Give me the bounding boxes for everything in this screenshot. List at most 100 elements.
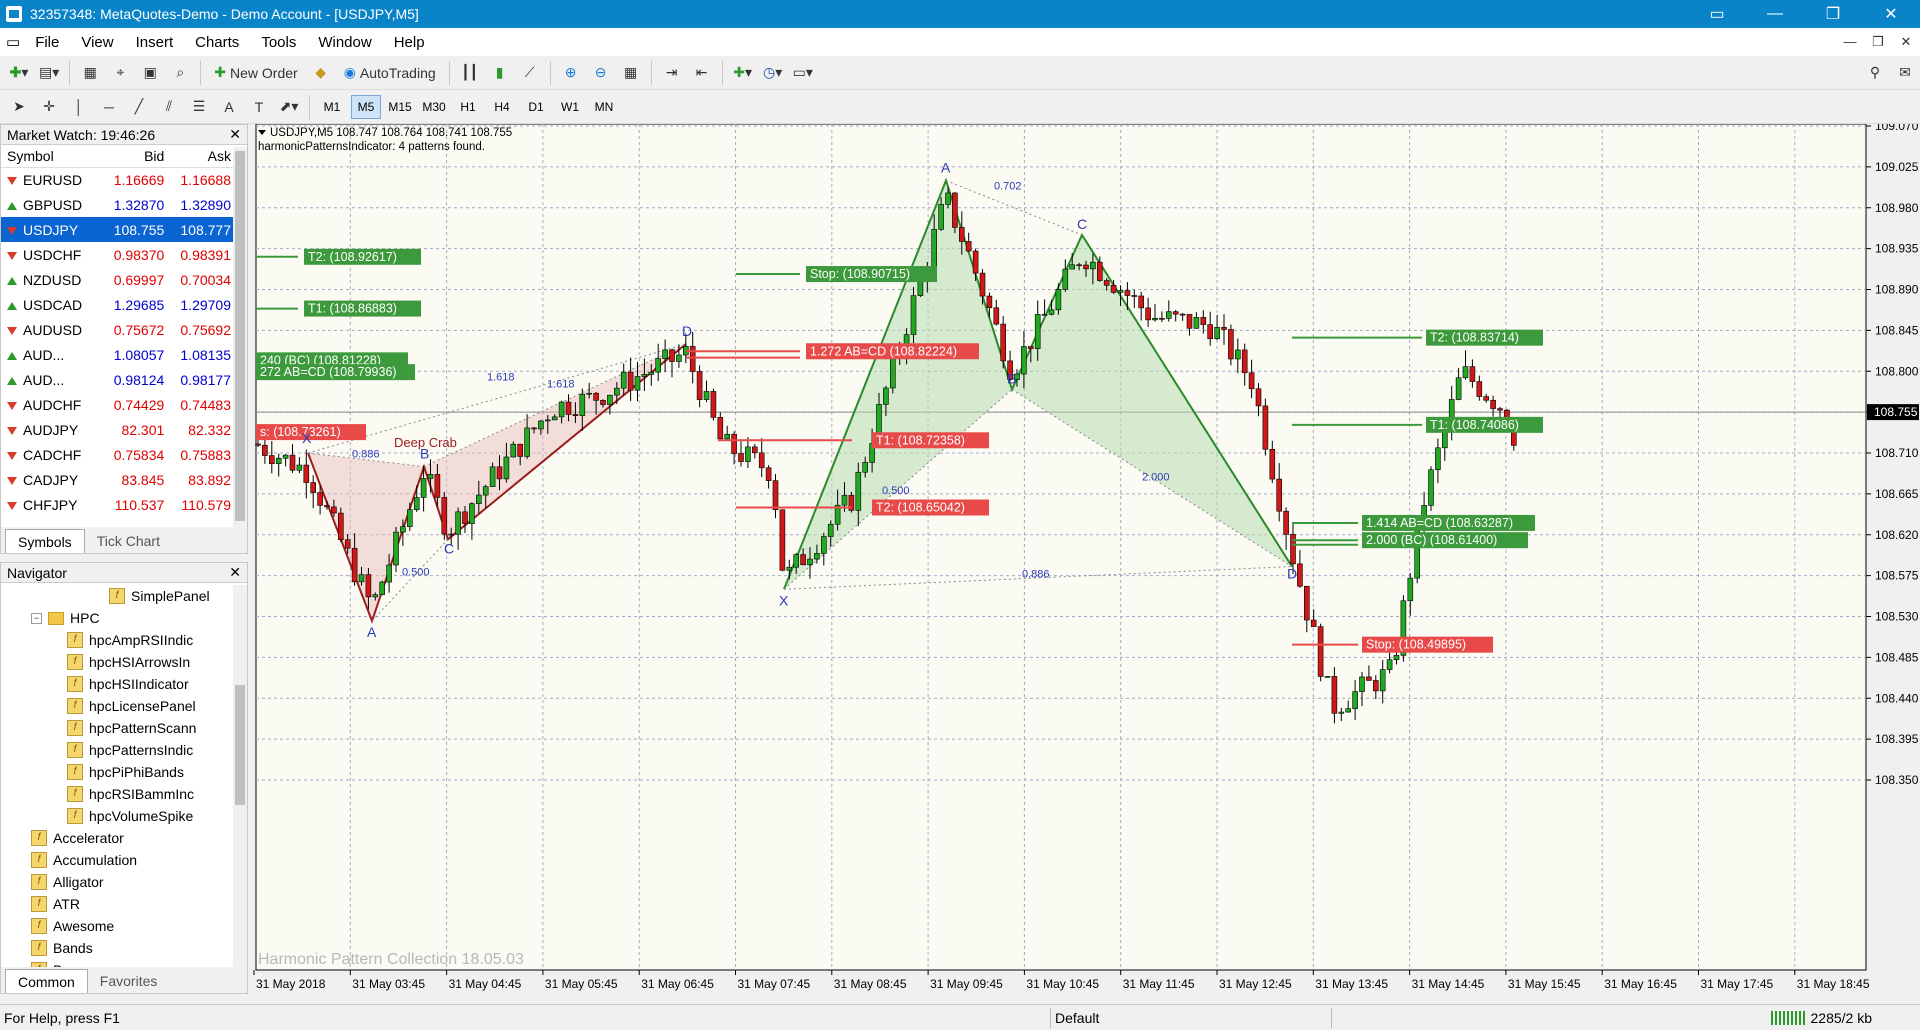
menu-view[interactable]: View <box>70 34 124 51</box>
market-watch-row[interactable]: USDCAD 1.29685 1.29709 <box>1 292 237 317</box>
profiles-button[interactable]: ▤▾ <box>36 60 62 86</box>
market-watch-row[interactable]: AUDCHF 0.74429 0.74483 <box>1 392 237 417</box>
tab-common[interactable]: Common <box>5 969 88 993</box>
data-window-icon[interactable]: ▣ <box>137 60 163 86</box>
navigator-item[interactable]: f Accelerator <box>1 827 231 849</box>
collapse-icon[interactable]: − <box>31 612 42 624</box>
navigator-item[interactable]: f Bands <box>1 937 231 959</box>
search-icon[interactable]: ⚲ <box>1862 60 1888 86</box>
trendline-icon[interactable]: ╱ <box>126 94 152 120</box>
close-icon[interactable]: ✕ <box>229 126 241 143</box>
auto-scroll-icon[interactable]: ⇥ <box>659 60 685 86</box>
column-header[interactable]: Bid <box>103 145 171 168</box>
navigator-icon[interactable]: ⌖ <box>107 60 133 86</box>
new-order-button[interactable]: ✚ New Order <box>208 60 303 86</box>
text-label-icon[interactable]: T <box>246 94 272 120</box>
navigator-item[interactable]: f hpcPatternScann <box>1 717 231 739</box>
column-header[interactable]: Symbol <box>1 145 104 168</box>
horizontal-line-icon[interactable]: ─ <box>96 94 122 120</box>
market-watch-scrollbar[interactable] <box>233 147 247 527</box>
timeframe-m30[interactable]: M30 <box>419 95 449 119</box>
navigator-item[interactable]: f hpcRSIBammInc <box>1 783 231 805</box>
minimize-button[interactable]: — <box>1746 0 1804 28</box>
menu-file[interactable]: File <box>24 34 70 51</box>
tab-symbols[interactable]: Symbols <box>5 529 85 553</box>
zoom-out-icon[interactable]: ⊖ <box>588 60 614 86</box>
close-icon[interactable]: ✕ <box>229 564 241 581</box>
cursor-icon[interactable]: ➤ <box>6 94 32 120</box>
market-watch-row[interactable]: CADCHF 0.75834 0.75883 <box>1 442 237 467</box>
navigator-item[interactable]: f hpcHSIIndicator <box>1 673 231 695</box>
navigator-item[interactable]: f hpcAmpRSIIndic <box>1 629 231 651</box>
periods-button[interactable]: ◷ ▾ <box>760 60 786 86</box>
tab-favorites[interactable]: Favorites <box>88 969 170 993</box>
strategy-tester-icon[interactable]: ⌕ <box>167 60 193 86</box>
channel-icon[interactable]: ⫽ <box>156 94 182 120</box>
navigator-item[interactable]: f ATR <box>1 893 231 915</box>
market-watch-row[interactable]: AUDJPY 82.301 82.332 <box>1 417 237 442</box>
navigator-scrollbar[interactable] <box>233 585 247 967</box>
market-watch-row[interactable]: GBPUSD 1.32870 1.32890 <box>1 192 237 217</box>
candlestick-icon[interactable]: ▮ <box>487 60 513 86</box>
autotrading-button[interactable]: ◉ AutoTrading <box>338 60 442 86</box>
menu-insert[interactable]: Insert <box>125 34 185 51</box>
market-watch-row[interactable]: AUD... 1.08057 1.08135 <box>1 342 237 367</box>
navigator-item[interactable]: f hpcPiPhiBands <box>1 761 231 783</box>
navigator-item[interactable]: − HPC <box>1 607 231 629</box>
new-chart-button[interactable]: ✚ ▾ <box>6 60 32 86</box>
timeframe-m15[interactable]: M15 <box>385 95 415 119</box>
menu-tools[interactable]: Tools <box>250 34 307 51</box>
market-watch-row[interactable]: NZDUSD 0.69997 0.70034 <box>1 267 237 292</box>
column-header[interactable]: Ask <box>170 145 237 168</box>
timeframe-d1[interactable]: D1 <box>521 95 551 119</box>
line-chart-icon[interactable]: ⟋ <box>517 60 543 86</box>
timeframe-m5[interactable]: M5 <box>351 94 381 119</box>
market-watch-row[interactable]: AUD... 0.98124 0.98177 <box>1 367 237 392</box>
navigator-item[interactable]: f Accumulation <box>1 849 231 871</box>
market-watch-row[interactable]: CHFJPY 110.537 110.579 <box>1 492 237 517</box>
mdi-restore-button[interactable]: ❐ <box>1864 34 1892 50</box>
chart-shift-icon[interactable]: ⇤ <box>689 60 715 86</box>
menu-help[interactable]: Help <box>383 34 436 51</box>
timeframe-mn[interactable]: MN <box>589 95 619 119</box>
tab-tick-chart[interactable]: Tick Chart <box>85 529 172 553</box>
market-watch-row[interactable]: CADJPY 83.845 83.892 <box>1 467 237 492</box>
timeframe-w1[interactable]: W1 <box>555 95 585 119</box>
vertical-line-icon[interactable]: │ <box>66 94 92 120</box>
market-watch-row[interactable]: USDCHF 0.98370 0.98391 <box>1 242 237 267</box>
metaeditor-icon[interactable]: ◆ <box>308 60 334 86</box>
indicators-button[interactable]: ✚ ▾ <box>730 60 756 86</box>
menu-window[interactable]: Window <box>307 34 382 51</box>
fibonacci-icon[interactable]: ☰ <box>186 94 212 120</box>
text-icon[interactable]: A <box>216 94 242 120</box>
navigator-item[interactable]: f Awesome <box>1 915 231 937</box>
timeframe-h4[interactable]: H4 <box>487 95 517 119</box>
crosshair-icon[interactable]: ✛ <box>36 94 62 120</box>
menu-charts[interactable]: Charts <box>184 34 250 51</box>
chart-canvas[interactable]: 109.070 109.025 108.980 108.935 108.890 108.8… <box>252 119 1920 1000</box>
navigator-item[interactable]: f Alligator <box>1 871 231 893</box>
chat-icon[interactable]: ✉ <box>1892 60 1918 86</box>
restore-icon[interactable]: ▭ <box>1688 0 1746 28</box>
mdi-close-button[interactable]: ✕ <box>1892 34 1920 50</box>
timeframe-h1[interactable]: H1 <box>453 95 483 119</box>
arrows-icon[interactable]: ⬈▾ <box>276 94 302 120</box>
templates-button[interactable]: ▭▾ <box>790 60 816 86</box>
chart-window[interactable]: 109.070 109.025 108.980 108.935 108.890 108.8… <box>252 119 1920 1000</box>
bar-chart-icon[interactable]: ┃┃ <box>457 60 483 86</box>
timeframe-m1[interactable]: M1 <box>317 95 347 119</box>
navigator-item[interactable]: f hpcHSIArrowsIn <box>1 651 231 673</box>
market-watch-row[interactable]: USDJPY 108.755 108.777 <box>1 217 237 242</box>
navigator-item[interactable]: f hpcVolumeSpike <box>1 805 231 827</box>
close-button[interactable]: ✕ <box>1862 0 1920 28</box>
maximize-button[interactable]: ❐ <box>1804 0 1862 28</box>
navigator-item[interactable]: f hpcPatternsIndic <box>1 739 231 761</box>
mdi-minimize-button[interactable]: — <box>1836 34 1864 50</box>
market-watch-row[interactable]: AUDUSD 0.75672 0.75692 <box>1 317 237 342</box>
navigator-item[interactable]: fBears <box>1 959 231 967</box>
market-watch-icon[interactable]: ▦ <box>77 60 103 86</box>
market-watch-row[interactable]: EURUSD 1.16669 1.16688 <box>1 167 237 192</box>
zoom-in-icon[interactable]: ⊕ <box>558 60 584 86</box>
tile-windows-icon[interactable]: ▦ <box>618 60 644 86</box>
navigator-item[interactable]: f hpcLicensePanel <box>1 695 231 717</box>
